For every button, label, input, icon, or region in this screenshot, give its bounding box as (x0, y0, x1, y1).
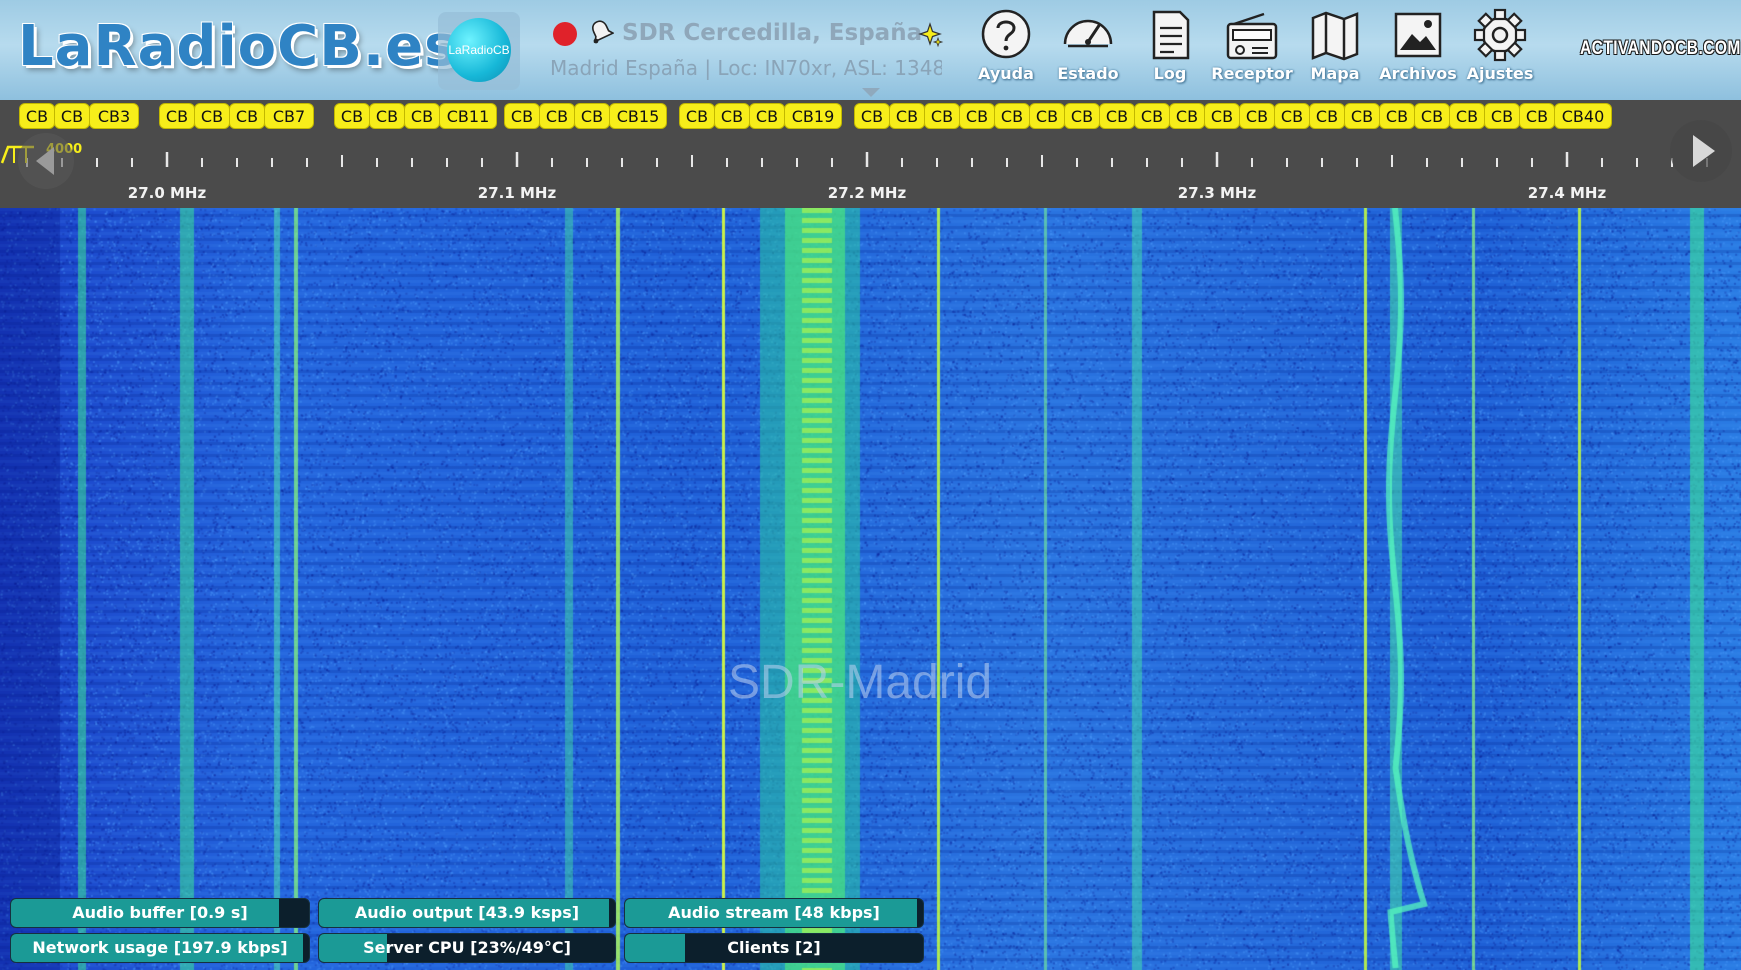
bookmark-tag[interactable]: CB (1099, 103, 1135, 129)
bookmark-tag[interactable]: CB (924, 103, 960, 129)
bookmark-tag[interactable]: CB (404, 103, 440, 129)
nav-label: Archivos (1379, 64, 1457, 83)
map-icon (1311, 11, 1359, 61)
bookmark-tag[interactable]: CB (994, 103, 1030, 129)
nav-button-mapa[interactable]: Mapa (1294, 8, 1376, 92)
bookmark-tag[interactable]: CB (1449, 103, 1485, 129)
scroll-left-button[interactable] (18, 133, 74, 189)
scale-tick-label: 27.0 MHz (128, 184, 207, 202)
site-logo[interactable]: LaRadioCB.es (18, 14, 459, 79)
frequency-scale[interactable]: CB CB CB3 CB CB CB CB7 CB CB CB CB11 CB CB CB CB15 CB CB… (0, 100, 1741, 208)
bookmark-tag[interactable]: CB (1239, 103, 1275, 129)
bell-icon[interactable] (588, 18, 614, 46)
bookmark-tag[interactable]: CB (19, 103, 55, 129)
bookmark-tag[interactable]: CB (334, 103, 370, 129)
bookmark-tag[interactable]: CB (1484, 103, 1520, 129)
audio-stream-bar: Audio stream [48 kbps] (624, 898, 924, 928)
radio-icon (1226, 12, 1278, 60)
bookmark-tag[interactable]: CB (1519, 103, 1555, 129)
network-usage-bar: Network usage [197.9 kbps] (10, 933, 310, 963)
bookmark-tag[interactable]: CB (369, 103, 405, 129)
bookmark-tag[interactable]: CB11 (439, 103, 497, 129)
receiver-avatar-frame[interactable]: LaRadioCB (438, 12, 520, 90)
bookmark-tag[interactable]: CB (679, 103, 715, 129)
audio-output-bar: Audio output [43.9 ksps] (318, 898, 616, 928)
audio-buffer-bar: Audio buffer [0.9 s] (10, 898, 310, 928)
audio-output-text: Audio output [43.9 ksps] (354, 903, 580, 922)
nav-label: Mapa (1310, 64, 1360, 83)
collapse-header-icon[interactable] (862, 88, 880, 97)
bookmark-tag[interactable]: CB (1029, 103, 1065, 129)
bookmark-tag[interactable]: CB (959, 103, 995, 129)
bookmark-tag[interactable]: CB (504, 103, 540, 129)
bookmark-tag[interactable]: CB15 (609, 103, 667, 129)
bookmark-tag[interactable]: CB (1274, 103, 1310, 129)
bookmark-tag[interactable]: CB (1379, 103, 1415, 129)
bookmark-tag[interactable]: CB (1204, 103, 1240, 129)
bookmark-tag[interactable]: CB (159, 103, 195, 129)
bookmark-tag[interactable]: CB (1064, 103, 1100, 129)
bookmark-tag[interactable]: CB (194, 103, 230, 129)
bookmark-tag[interactable]: CB (889, 103, 925, 129)
help-icon (981, 9, 1031, 59)
bookmark-tag[interactable]: CB3 (89, 103, 139, 129)
clients-text: Clients [2] (727, 938, 821, 957)
sparkle-icon[interactable] (918, 22, 944, 48)
nav-button-log[interactable]: Log (1129, 8, 1211, 92)
bookmark-tag[interactable]: CB (749, 103, 785, 129)
bookmark-tag[interactable]: CB (539, 103, 575, 129)
bookmark-tag[interactable]: CB (1414, 103, 1450, 129)
receiver-location: Madrid España | Loc: IN70xr, ASL: 1348 (550, 56, 942, 80)
scale-ticks: 27.0 MHz 27.1 MHz 27.2 MHz 27.3 MHz 27.4 MHz (26, 152, 1708, 202)
waterfall-watermark: SDR-Madrid (728, 656, 993, 709)
scale-tick-label: 27.2 MHz (828, 184, 907, 202)
record-icon[interactable] (553, 22, 577, 46)
bookmark-tag[interactable]: CB (54, 103, 90, 129)
nav-button-ayuda[interactable]: Ayuda (965, 8, 1047, 92)
chevron-right-icon (1693, 135, 1715, 167)
chevron-left-icon (36, 147, 54, 175)
image-icon (1394, 12, 1442, 58)
clients-bar: Clients [2] (624, 933, 924, 963)
partner-logo[interactable]: ACTIVANDOCB.COM (1580, 38, 1741, 60)
bookmark-tag[interactable]: CB19 (784, 103, 842, 129)
audio-stream-text: Audio stream [48 kbps] (668, 903, 880, 922)
gear-icon (1473, 8, 1527, 62)
log-icon (1152, 10, 1190, 60)
scale-tick-label: 27.3 MHz (1178, 184, 1257, 202)
server-cpu-text: Server CPU [23%/49°C] (363, 938, 571, 957)
bookmark-tag[interactable]: CB (854, 103, 890, 129)
nav-label: Ayuda (978, 64, 1034, 83)
nav-label: Receptor (1211, 64, 1293, 83)
top-bar: LaRadioCB.es LaRadioCB SDR Cercedilla, E… (0, 0, 1741, 100)
bookmark-tag[interactable]: CB (1169, 103, 1205, 129)
network-usage-text: Network usage [197.9 kbps] (32, 938, 288, 957)
nav-label: Estado (1057, 64, 1119, 83)
receiver-title: SDR Cercedilla, España (622, 20, 923, 46)
bookmark-tag[interactable]: CB (714, 103, 750, 129)
server-cpu-bar: Server CPU [23%/49°C] (318, 933, 616, 963)
bookmark-tag[interactable]: CB40 (1554, 103, 1612, 129)
bookmark-strip: CB CB CB3 CB CB CB CB7 CB CB CB CB11 CB CB CB CB15 CB CB… (0, 100, 1741, 140)
bookmark-tag[interactable]: CB7 (264, 103, 314, 129)
nav-button-ajustes[interactable]: Ajustes (1459, 8, 1541, 92)
bookmark-tag[interactable]: CB (1309, 103, 1345, 129)
nav-label: Log (1153, 64, 1187, 83)
scale-tick-label: 27.1 MHz (478, 184, 557, 202)
scale-tick-label: 27.4 MHz (1528, 184, 1607, 202)
nav-button-estado[interactable]: Estado (1047, 8, 1129, 92)
bookmark-tag[interactable]: CB (1344, 103, 1380, 129)
waterfall-canvas[interactable] (0, 208, 1741, 970)
nav-label: Ajustes (1466, 64, 1534, 83)
bookmark-tag[interactable]: CB (1134, 103, 1170, 129)
audio-buffer-text: Audio buffer [0.9 s] (72, 903, 248, 922)
bookmark-tag[interactable]: CB (574, 103, 610, 129)
gauge-icon (1063, 19, 1113, 48)
receiver-avatar: LaRadioCB (447, 18, 511, 82)
scroll-right-button[interactable] (1670, 120, 1732, 182)
waterfall-display[interactable]: SDR-Madrid (0, 208, 1741, 970)
bookmark-tag[interactable]: CB (229, 103, 265, 129)
nav-button-receptor[interactable]: Receptor (1211, 8, 1293, 92)
nav-button-archivos[interactable]: Archivos (1377, 8, 1459, 92)
